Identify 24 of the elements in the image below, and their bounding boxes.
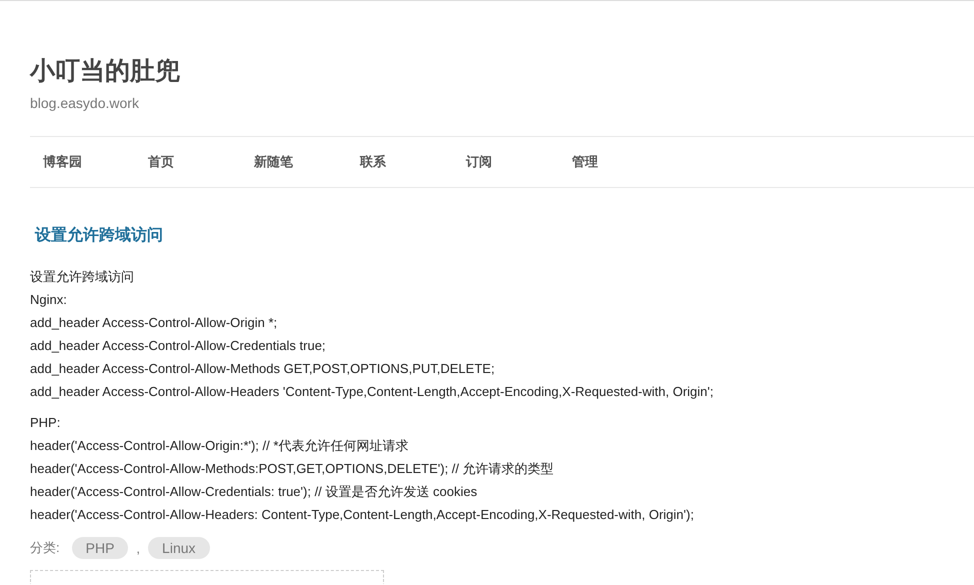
text-line: add_header Access-Control-Allow-Credentials true; xyxy=(30,337,326,355)
nav-link[interactable]: 博客园 xyxy=(43,153,148,171)
nav-link[interactable]: 联系 xyxy=(360,153,466,171)
text-line: add_header Access-Control-Allow-Headers 'Content-Type,Content-Length,Accept-Encoding,X-Requested-with, Origin'; xyxy=(30,383,714,401)
nav-link[interactable]: 首页 xyxy=(148,153,254,171)
text-line: header('Access-Control-Allow-Headers: Content-Type,Content-Length,Accept-Encoding,X-Requested-with, Origin'); xyxy=(30,506,694,524)
text-line: add_header Access-Control-Allow-Origin *; xyxy=(30,314,278,332)
separator: , xyxy=(136,540,140,556)
nav-link[interactable]: 订阅 xyxy=(466,153,572,171)
blog-subtitle: blog.easydo.work xyxy=(30,94,139,112)
text-line: 设置允许跨域访问 xyxy=(30,268,134,286)
text-line: header('Access-Control-Allow-Methods:POST,GET,OPTIONS,DELETE'); // 允许请求的类型 xyxy=(30,460,554,478)
category-tag[interactable]: PHP xyxy=(72,537,128,559)
text-line: header('Access-Control-Allow-Origin:*'); // *代表允许任何网址请求 xyxy=(30,437,408,455)
category-label: 分类: xyxy=(30,539,60,557)
text-line: add_header Access-Control-Allow-Methods GET,POST,OPTIONS,PUT,DELETE; xyxy=(30,360,495,378)
text-line: Nginx: xyxy=(30,291,67,309)
post-title[interactable]: 设置允许跨域访问 xyxy=(35,225,163,247)
blog-title[interactable]: 小叮当的肚兜 xyxy=(30,54,180,88)
category-tag[interactable]: Linux xyxy=(148,537,210,559)
text-line: header('Access-Control-Allow-Credentials: true'); // 设置是否允许发送 cookies xyxy=(30,483,478,501)
nav-link[interactable]: 管理 xyxy=(572,153,678,171)
text-line: PHP: xyxy=(30,414,60,432)
nav-link[interactable]: 新随笔 xyxy=(254,153,360,171)
